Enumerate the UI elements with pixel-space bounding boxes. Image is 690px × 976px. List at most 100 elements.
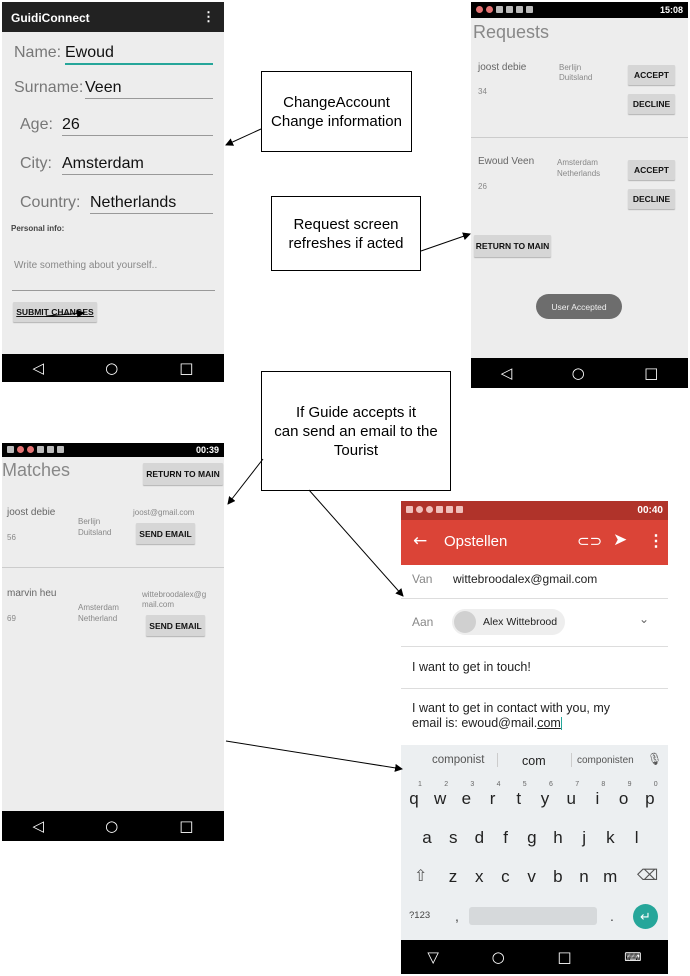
key-q[interactable]: q [404,789,424,809]
key-b[interactable]: b [548,867,568,887]
age-input[interactable]: 26 [62,116,80,134]
recent-nav-icon[interactable]: □ [179,817,193,835]
nav-bar: ◁ ○ □ [2,354,224,382]
name-input[interactable]: Ewoud [65,44,114,62]
decline-button[interactable]: DECLINE [628,189,675,209]
space-bar[interactable] [469,907,597,925]
key-v[interactable]: v [522,867,542,887]
recipient-name: Alex Wittebrood [483,616,558,628]
keyboard-icon[interactable]: ⌨ [624,950,641,964]
key-f[interactable]: f [496,828,516,848]
suggestion[interactable]: componist [432,754,484,766]
chevron-down-icon[interactable]: ⌄ [639,612,649,626]
comma-key[interactable]: , [455,908,459,924]
home-nav-icon[interactable]: ○ [105,359,118,377]
key-n[interactable]: n [574,867,594,887]
overflow-menu-icon[interactable]: ⋮ [202,9,215,25]
notif-icon [526,6,533,13]
divider [401,598,668,599]
surname-input[interactable]: Veen [85,79,121,97]
notif-icon [436,506,443,513]
key-y[interactable]: y [535,789,555,809]
suggestion-divider [497,753,498,767]
country-label: Country: [20,194,81,211]
recent-nav-icon[interactable]: □ [557,948,571,966]
age-label: Age: [20,116,53,133]
notif-icon [27,446,34,453]
symbols-key[interactable]: ?123 [409,910,430,921]
key-i[interactable]: i [587,789,607,809]
name-underline [65,63,213,65]
home-nav-icon[interactable]: ○ [572,364,585,382]
return-to-main-button[interactable]: RETURN TO MAIN [474,235,551,257]
avatar [454,611,476,633]
key-m[interactable]: m [600,867,620,887]
annotation-line: If Guide accepts it [295,403,417,421]
back-arrow-icon[interactable]: ← [413,531,427,551]
back-nav-icon[interactable]: ◁ [33,359,45,377]
home-nav-icon[interactable]: ○ [492,948,505,966]
key-x[interactable]: x [469,867,489,887]
suggestion[interactable]: componisten [577,755,634,766]
shift-icon[interactable]: ⇧ [414,866,427,886]
back-nav-icon[interactable]: ◁ [501,364,513,382]
key-p[interactable]: p [640,789,660,809]
attach-icon[interactable]: ⊂⊃ [577,532,602,550]
notification-icons [406,505,466,516]
key-w[interactable]: w [430,789,450,809]
key-k[interactable]: k [600,828,620,848]
key-t[interactable]: t [509,789,529,809]
recipient-chip[interactable]: Alex Wittebrood [452,609,565,635]
nav-bar: ◁ ○ □ [2,811,224,841]
from-value[interactable]: wittebroodalex@gmail.com [453,572,597,586]
return-label: RETURN TO MAIN [146,469,220,479]
key-d[interactable]: d [469,828,489,848]
key-h[interactable]: h [548,828,568,848]
suggestion[interactable]: com [522,754,546,768]
body-input[interactable]: I want to get in contact with you, my em… [412,701,662,731]
status-bar: 00:40 [401,501,668,520]
divider [401,646,668,647]
recent-nav-icon[interactable]: □ [644,364,658,382]
key-a[interactable]: a [417,828,437,848]
key-j[interactable]: j [574,828,594,848]
page-title: Requests [473,22,550,42]
personal-info-input[interactable]: Write something about yourself.. [14,260,157,271]
country-input[interactable]: Netherlands [90,194,176,212]
city-input[interactable]: Amsterdam [62,155,144,173]
key-hint-number: 1 [418,781,422,788]
key-u[interactable]: u [561,789,581,809]
key-hint-number: 9 [627,781,632,788]
send-email-button[interactable]: SEND EMAIL [146,615,205,636]
send-email-label: SEND EMAIL [139,528,192,539]
recent-nav-icon[interactable]: □ [179,359,193,377]
key-l[interactable]: l [627,828,647,848]
submit-changes-button[interactable]: SUBMIT CHANGES [13,302,97,322]
key-g[interactable]: g [522,828,542,848]
accept-button[interactable]: ACCEPT [628,160,675,180]
accept-button[interactable]: ACCEPT [628,65,675,85]
home-nav-icon[interactable]: ○ [105,817,118,835]
subject-input[interactable]: I want to get in touch! [412,660,531,674]
microphone-icon[interactable]: 🎙 [647,752,662,766]
backspace-icon[interactable]: ⌫ [637,866,658,884]
key-s[interactable]: s [443,828,463,848]
key-c[interactable]: c [495,867,515,887]
annotation-line: Request screen [293,215,399,233]
annotation-line: can send an email to the [274,422,438,440]
back-nav-icon[interactable]: ◁ [33,817,45,835]
key-e[interactable]: e [456,789,476,809]
send-email-button[interactable]: SEND EMAIL [136,523,195,544]
period-key[interactable]: . [610,908,614,924]
send-icon[interactable]: ➤ [613,530,627,550]
overflow-menu-icon[interactable]: ⋮ [648,531,664,551]
arrow-request-refresh [420,232,471,252]
back-nav-icon[interactable]: ▽ [427,948,439,966]
key-o[interactable]: o [614,789,634,809]
key-z[interactable]: z [443,867,463,887]
annotation-line: refreshes if acted [288,234,404,252]
key-r[interactable]: r [483,789,503,809]
enter-key-icon[interactable]: ↵ [633,904,658,929]
decline-button[interactable]: DECLINE [628,94,675,114]
return-to-main-button[interactable]: RETURN TO MAIN [143,463,223,485]
